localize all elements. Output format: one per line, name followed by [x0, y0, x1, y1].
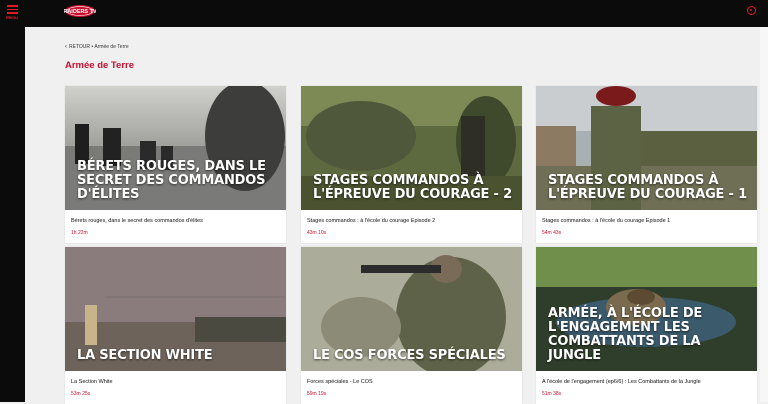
raiders-tv-logo[interactable]: RAIDERS TV: [64, 4, 96, 18]
page-scrollbar[interactable]: [760, 27, 768, 402]
video-thumbnail[interactable]: Le COS forces spéciales: [301, 247, 522, 371]
card-duration: 53m 25s: [71, 391, 91, 397]
back-link[interactable]: RETOUR: [69, 44, 90, 50]
video-thumbnail[interactable]: La section white: [65, 247, 286, 371]
top-bar: Menu RAIDERS TV: [0, 0, 768, 27]
card-duration: 51m 38s: [542, 391, 562, 397]
left-sidebar: [0, 27, 25, 402]
video-card[interactable]: La section white La Section White 53m 25…: [65, 247, 286, 404]
card-duration: 1h 22m: [71, 230, 88, 236]
menu-button[interactable]: Menu: [4, 3, 20, 23]
card-title[interactable]: Bérets rouges, dans le secret des comman…: [71, 218, 203, 224]
video-thumbnail[interactable]: Armée, à l'école de l'engagement les com…: [536, 247, 757, 371]
menu-label: Menu: [6, 14, 18, 20]
thumbnail-overlay-title: Stages commandos à l'épreuve du courage …: [548, 173, 747, 202]
hamburger-icon: [6, 5, 18, 7]
thumbnail-overlay-title: Bérets rouges, dans le secret des comman…: [77, 159, 266, 202]
card-duration: 43m 10s: [307, 230, 327, 236]
thumbnail-overlay-title: La section white: [77, 348, 213, 363]
card-duration: 54m 43s: [542, 230, 562, 236]
user-account-icon[interactable]: [747, 6, 756, 15]
card-title[interactable]: A l'école de l'engagement (ep6/6) : Les …: [542, 379, 701, 385]
video-card[interactable]: Stages commandos à l'épreuve du courage …: [301, 86, 522, 243]
video-card[interactable]: Stages commandos à l'épreuve du courage …: [536, 86, 757, 243]
card-title[interactable]: Forces spéciales - Le COS: [307, 379, 373, 385]
card-title[interactable]: Stages commandos : à l'école du courage …: [307, 218, 435, 224]
video-thumbnail[interactable]: Stages commandos à l'épreuve du courage …: [301, 86, 522, 210]
card-title[interactable]: La Section White: [71, 379, 113, 385]
main-content: ‹ RETOUR • Armée de Terre Armée de Terre …: [25, 27, 760, 404]
thumbnail-overlay-title: Stages commandos à l'épreuve du courage …: [313, 173, 512, 202]
video-card[interactable]: Bérets rouges, dans le secret des comman…: [65, 86, 286, 243]
chevron-left-icon[interactable]: ‹: [65, 44, 67, 50]
video-thumbnail[interactable]: Stages commandos à l'épreuve du courage …: [536, 86, 757, 210]
svg-text:RAIDERS TV: RAIDERS TV: [64, 9, 96, 15]
card-duration: 59m 19s: [307, 391, 327, 397]
card-title[interactable]: Stages commandos : à l'école du courage …: [542, 218, 670, 224]
hamburger-icon-bar: [6, 8, 18, 10]
breadcrumb-current: Armée de Terre: [94, 44, 129, 50]
thumbnail-overlay-title: Le COS forces spéciales: [313, 348, 506, 363]
video-thumbnail[interactable]: Bérets rouges, dans le secret des comman…: [65, 86, 286, 210]
breadcrumb: ‹ RETOUR • Armée de Terre: [65, 44, 129, 50]
page-title: Armée de Terre: [65, 60, 134, 71]
hamburger-icon-bar: [6, 12, 18, 14]
video-card[interactable]: Le COS forces spéciales Forces spéciales…: [301, 247, 522, 404]
thumbnail-overlay-title: Armée, à l'école de l'engagement les com…: [548, 306, 703, 363]
breadcrumb-separator: •: [91, 44, 94, 50]
video-card[interactable]: Armée, à l'école de l'engagement les com…: [536, 247, 757, 404]
